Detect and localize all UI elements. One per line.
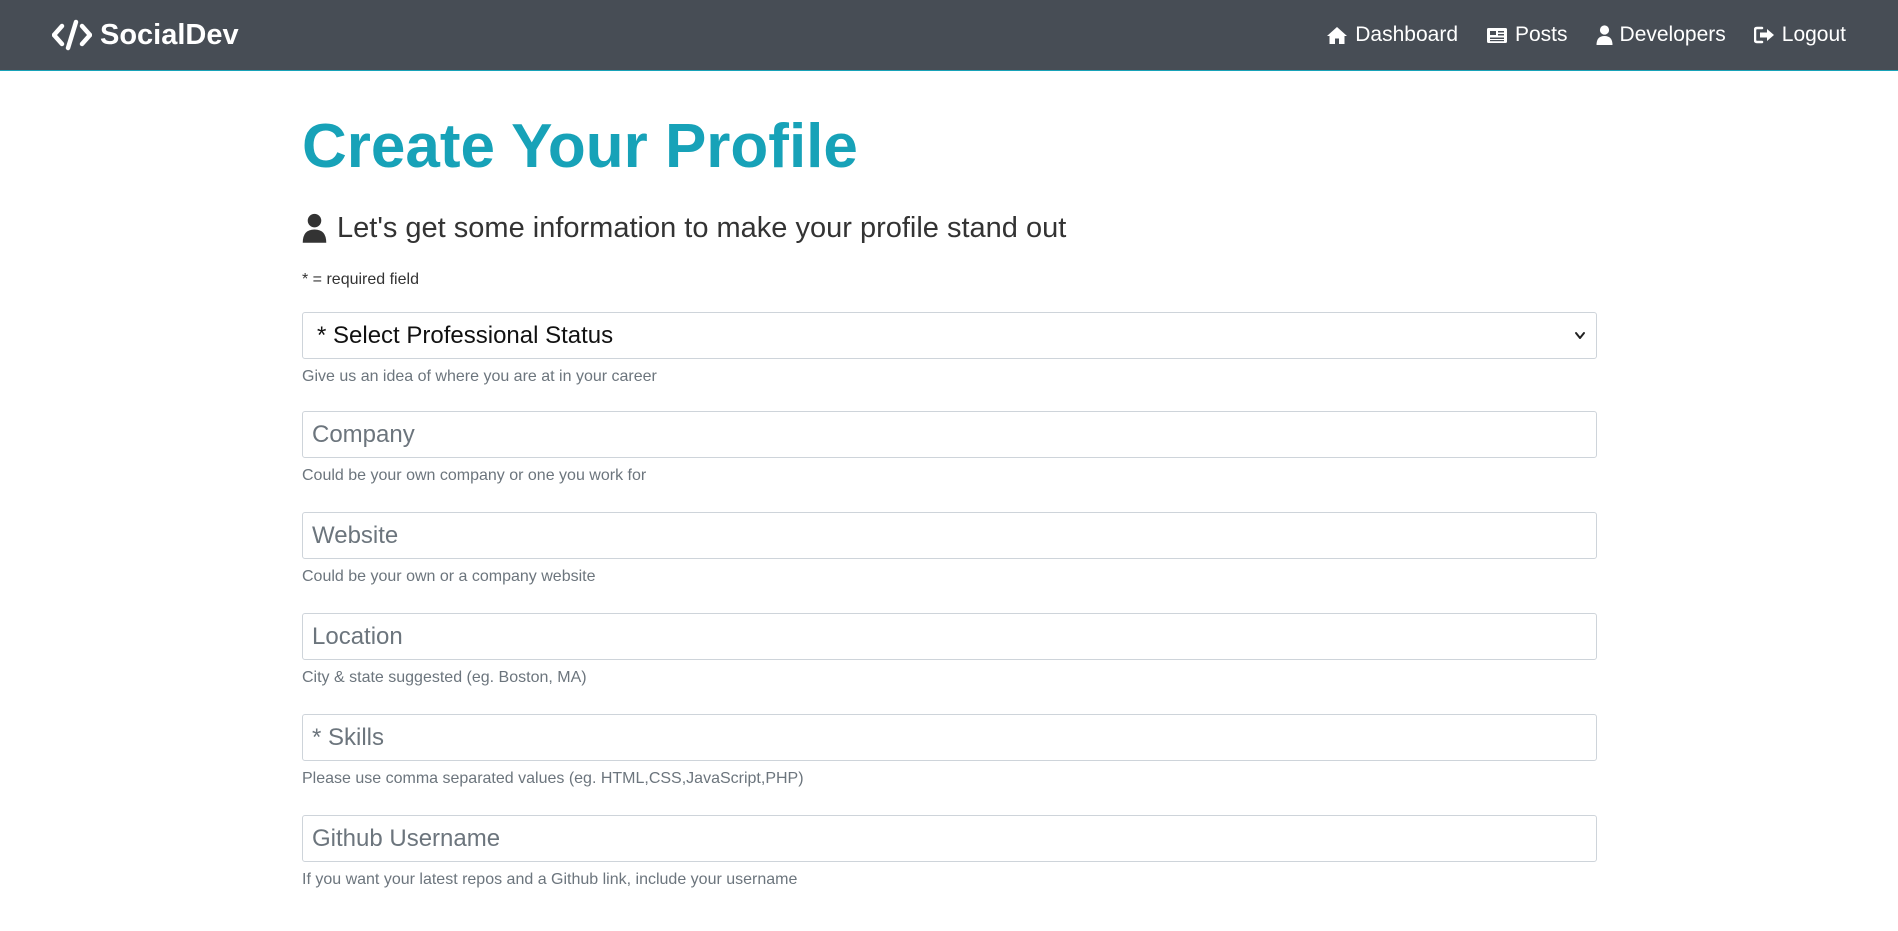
newspaper-icon (1487, 27, 1507, 43)
company-hint: Could be your own company or one you wor… (302, 467, 647, 484)
nav-dashboard-label: Dashboard (1355, 23, 1458, 46)
website-group: Could be your own or a company website (302, 512, 1597, 588)
user-icon (1596, 25, 1613, 45)
nav-developers-link[interactable]: Developers (1596, 23, 1726, 47)
website-hint: Could be your own or a company website (302, 568, 596, 585)
github-hint: If you want your latest repos and a Gith… (302, 871, 798, 888)
page-lead: Let's get some information to make your … (302, 208, 1597, 248)
profile-form-container: Create Your Profile Let's get some infor… (302, 71, 1597, 891)
required-field-note: * = required field (302, 271, 419, 288)
website-input[interactable] (302, 512, 1597, 559)
nav-posts-label: Posts (1515, 23, 1568, 46)
chevron-down-icon (1575, 332, 1585, 339)
sign-out-icon (1753, 26, 1774, 44)
company-input[interactable] (302, 411, 1597, 458)
home-icon (1327, 26, 1348, 44)
status-group: * Select Professional Status Give us an … (302, 312, 1597, 388)
navbar: SocialDev Dashboard Posts Developers Log… (0, 0, 1898, 71)
github-username-input[interactable] (302, 815, 1597, 862)
page-title: Create Your Profile (302, 112, 858, 181)
nav-dashboard-link[interactable]: Dashboard (1326, 23, 1458, 47)
github-group: If you want your latest repos and a Gith… (302, 815, 1597, 891)
status-select-value: * Select Professional Status (317, 321, 614, 349)
nav-posts-link[interactable]: Posts (1486, 23, 1568, 47)
status-select[interactable]: * Select Professional Status (302, 312, 1597, 359)
location-input[interactable] (302, 613, 1597, 660)
skills-hint: Please use comma separated values (eg. H… (302, 770, 804, 787)
location-group: City & state suggested (eg. Boston, MA) (302, 613, 1597, 689)
nav-developers-label: Developers (1619, 23, 1726, 46)
skills-group: Please use comma separated values (eg. H… (302, 714, 1597, 790)
nav-links: Dashboard Posts Developers Logout (1298, 23, 1846, 47)
code-icon (52, 19, 92, 51)
page-lead-text: Let's get some information to make your … (337, 211, 1067, 244)
location-hint: City & state suggested (eg. Boston, MA) (302, 669, 587, 686)
brand-link[interactable]: SocialDev (52, 19, 239, 52)
company-group: Could be your own company or one you wor… (302, 411, 1597, 487)
nav-logout-label: Logout (1781, 23, 1846, 46)
brand-name: SocialDev (100, 18, 239, 51)
skills-input[interactable] (302, 714, 1597, 761)
user-icon (302, 213, 327, 243)
status-hint: Give us an idea of where you are at in y… (302, 368, 657, 385)
nav-logout-link[interactable]: Logout (1753, 23, 1846, 47)
